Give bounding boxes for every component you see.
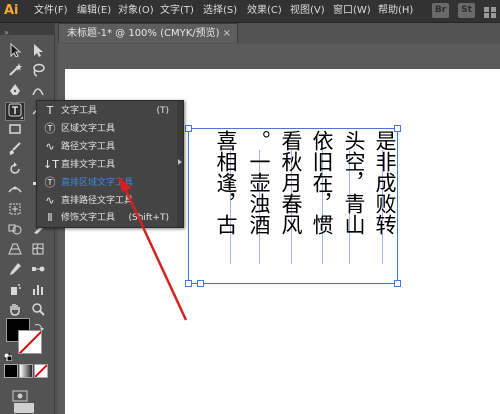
- annotation-arrow: [118, 176, 188, 321]
- watermark-subtext: 经验: [414, 400, 433, 410]
- watermark: Baidu 经验: [396, 372, 498, 412]
- watermark-text: Baidu: [396, 372, 455, 395]
